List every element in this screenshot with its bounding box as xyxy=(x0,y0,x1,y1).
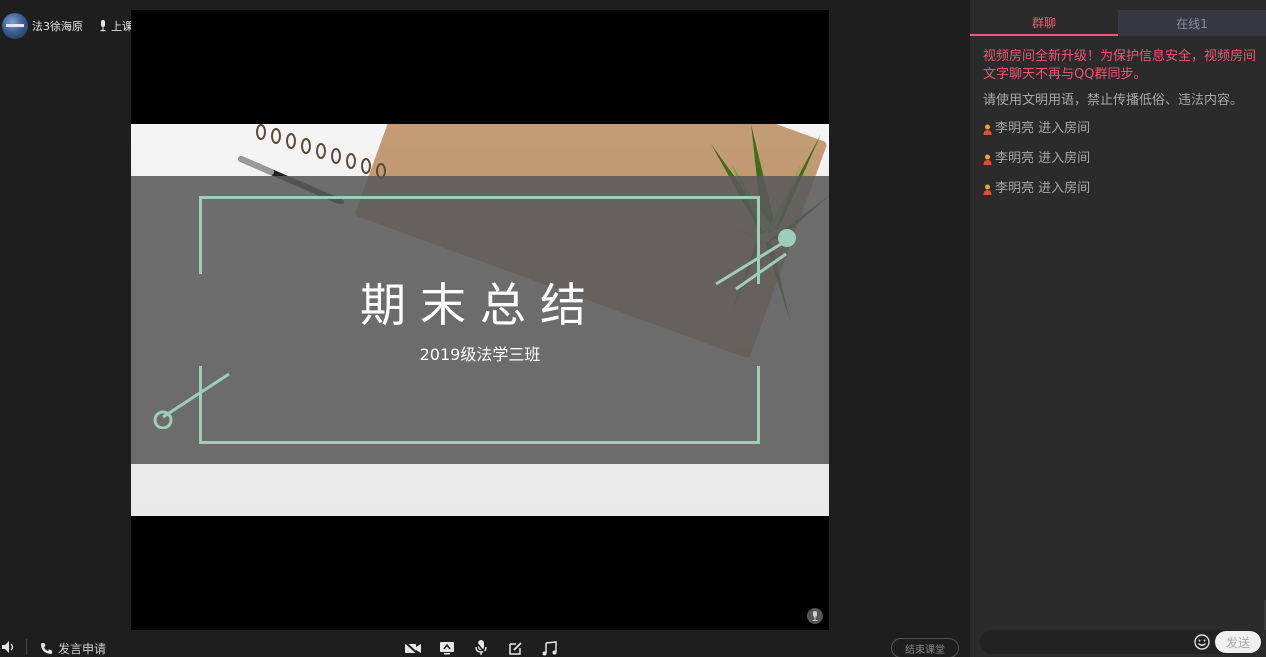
user-icon xyxy=(983,124,992,135)
chat-rule: 请使用文明用语，禁止传播低俗、违法内容。 xyxy=(983,93,1244,108)
system-notice: 视频房间全新升级！为保护信息安全，视频房间文字聊天不再与QQ群同步。 xyxy=(983,49,1257,82)
phone-icon xyxy=(41,643,52,654)
avatar[interactable] xyxy=(2,13,28,39)
send-button[interactable]: 发送 xyxy=(1215,631,1261,653)
app-root: 法3徐海原 上课中 期末总结 2019级法学三班 发言申请 结束课堂 群聊 在线… xyxy=(0,0,1266,657)
edit-icon[interactable] xyxy=(506,640,524,656)
join-text: 李明亮 进入房间 xyxy=(995,121,1091,136)
mic-icon xyxy=(100,20,106,32)
speak-request-button[interactable]: 发言申请 xyxy=(40,640,106,657)
tab-online[interactable]: 在线1 xyxy=(1118,10,1266,36)
list-item: 李明亮 进入房间 xyxy=(983,120,1259,138)
frame-bottom xyxy=(199,441,759,444)
slide-subtitle: 2019级法学三班 xyxy=(419,345,541,364)
list-item: 李明亮 进入房间 xyxy=(983,180,1259,198)
decor-line-left xyxy=(153,372,230,429)
chat-messages: 视频房间全新升级！为保护信息安全，视频房间文字聊天不再与QQ群同步。 请使用文明… xyxy=(983,48,1259,210)
teacher-header: 法3徐海原 上课中 xyxy=(0,13,144,39)
chat-panel: 群聊 在线1 视频房间全新升级！为保护信息安全，视频房间文字聊天不再与QQ群同步… xyxy=(970,0,1266,657)
user-icon xyxy=(983,154,992,165)
frame-top xyxy=(199,196,759,199)
toolbar-divider xyxy=(26,639,27,655)
video-mic-icon[interactable] xyxy=(807,608,823,624)
screen-share-icon[interactable] xyxy=(438,640,456,656)
list-item: 李明亮 进入房间 xyxy=(983,150,1259,168)
speaker-icon[interactable] xyxy=(2,641,16,653)
tab-group-chat[interactable]: 群聊 xyxy=(970,10,1118,36)
music-icon[interactable] xyxy=(540,640,558,656)
speak-request-label: 发言申请 xyxy=(58,642,107,656)
join-text: 李明亮 进入房间 xyxy=(995,151,1091,166)
slide-title: 期末总结 xyxy=(360,278,600,332)
video-area: 期末总结 2019级法学三班 xyxy=(131,10,829,630)
camera-off-icon[interactable] xyxy=(404,640,422,656)
emoji-icon[interactable] xyxy=(1194,634,1210,650)
teacher-name: 法3徐海原 xyxy=(32,20,83,33)
media-controls xyxy=(404,640,558,656)
frame-left-top xyxy=(199,196,202,274)
join-text: 李明亮 进入房间 xyxy=(995,181,1091,196)
bottom-toolbar: 发言申请 结束课堂 xyxy=(0,630,970,657)
microphone-icon[interactable] xyxy=(472,640,490,656)
frame-right-bottom xyxy=(757,366,760,444)
end-class-button[interactable]: 结束课堂 xyxy=(891,638,959,657)
panel-tabs: 群聊 在线1 xyxy=(970,10,1266,36)
user-icon xyxy=(983,184,992,195)
slide: 期末总结 2019级法学三班 xyxy=(131,124,829,516)
